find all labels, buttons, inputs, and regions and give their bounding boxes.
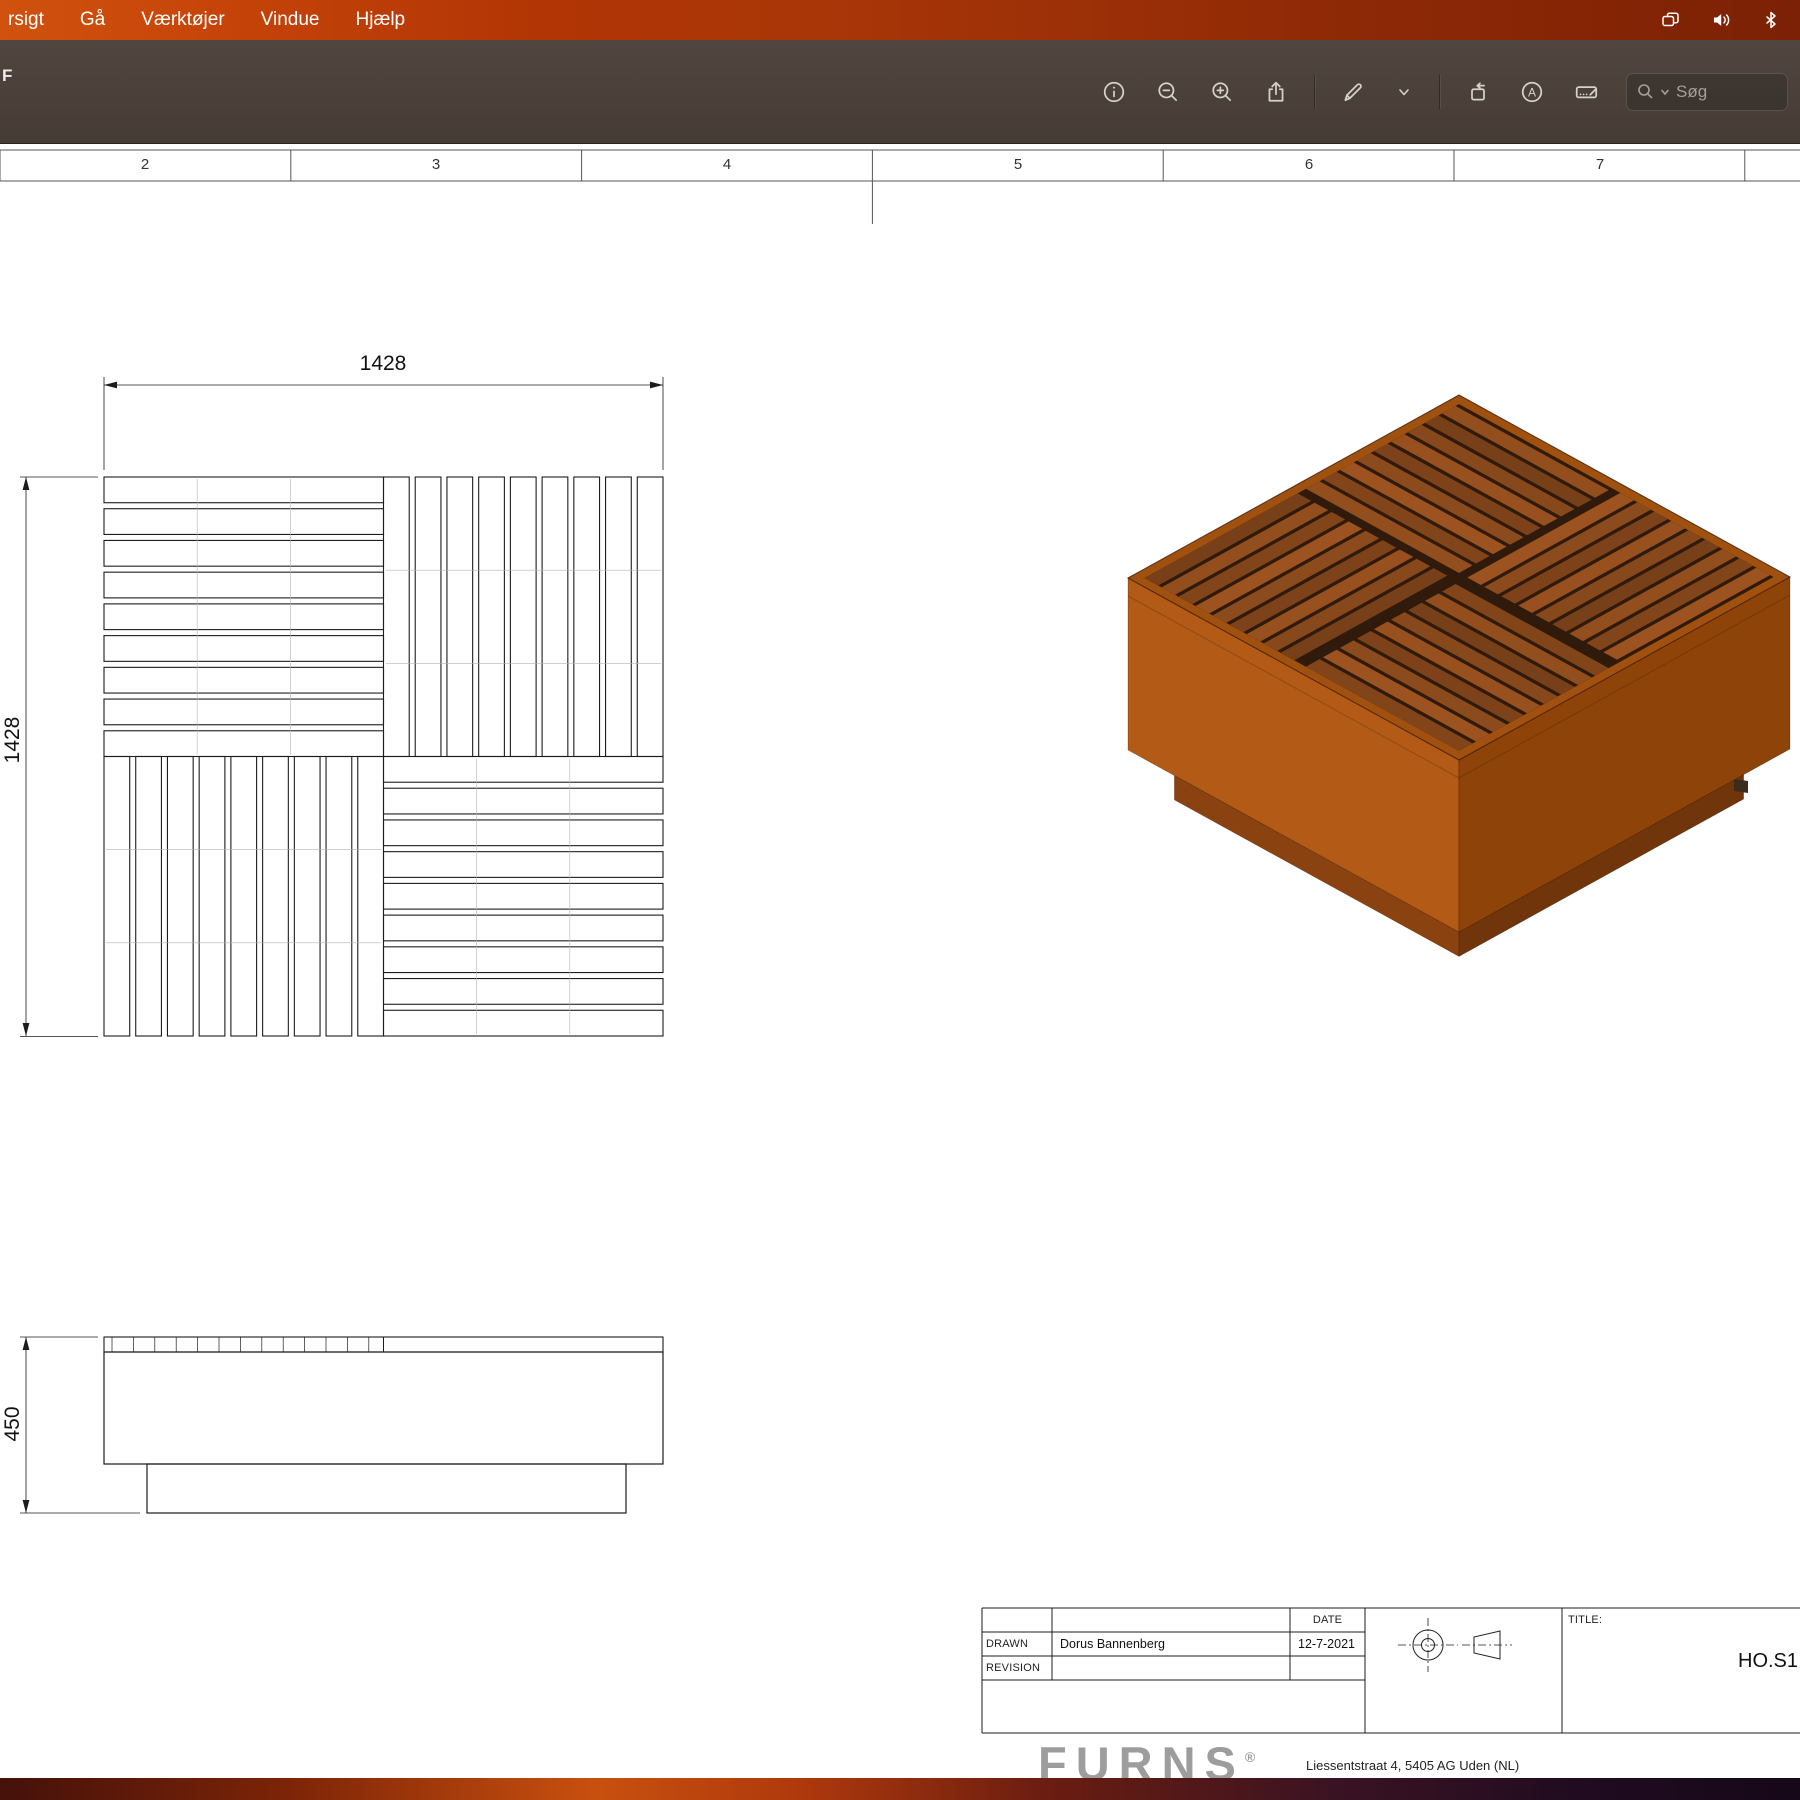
toolbar-divider [1439,75,1440,109]
preview-toolbar: F [0,40,1800,144]
menu-item-hjaelp[interactable]: Hjælp [356,9,406,31]
title-label: TITLE: [1568,1614,1602,1626]
drawn-value: Dorus Bannenberg [1060,1637,1165,1651]
menu-item-vaerktojer[interactable]: Værktøjer [141,9,224,31]
chevron-down-icon [1660,87,1670,97]
title-value: HO.S1 [1738,1650,1798,1673]
markup-options-button[interactable] [1391,79,1417,105]
dimension-width: 1428 [328,352,438,376]
search-icon [1637,83,1654,100]
ruler-zone-4: 4 [707,156,747,173]
info-button[interactable] [1098,76,1130,108]
screen: rsigt Gå Værktøjer Vindue Hjælp F [0,0,1800,1800]
company-address: Liessentstraat 4, 5405 AG Uden (NL) [1306,1758,1519,1773]
zoom-out-icon [1156,80,1180,104]
menu-item-vindue[interactable]: Vindue [261,9,320,31]
date-label: DATE [1290,1614,1365,1626]
ruler-zone-2: 2 [125,156,165,173]
annotate-button[interactable]: A [1516,76,1548,108]
desktop-wallpaper [0,1778,1800,1800]
search-placeholder: Søg [1676,82,1707,102]
ruler-zone-3: 3 [416,156,456,173]
menu-items: rsigt Gå Værktøjer Vindue Hjælp [0,9,405,31]
revision-label: REVISION [986,1662,1040,1674]
drawn-label: DRAWN [986,1638,1028,1650]
chevron-down-icon [1395,83,1413,101]
share-button[interactable] [1260,76,1292,108]
svg-text:A: A [1528,85,1536,99]
volume-icon[interactable] [1711,10,1732,30]
zoom-out-button[interactable] [1152,76,1184,108]
ruler-zone-6: 6 [1289,156,1329,173]
menu-item-oversigt[interactable]: rsigt [8,9,44,31]
zoom-in-button[interactable] [1206,76,1238,108]
rotate-icon [1466,80,1490,104]
ruler-zone-5: 5 [998,156,1038,173]
menu-bar: rsigt Gå Værktøjer Vindue Hjælp [0,0,1800,40]
info-icon [1102,80,1126,104]
bluetooth-icon[interactable] [1762,10,1780,30]
form-fill-button[interactable] [1570,76,1604,108]
markup-button[interactable] [1337,76,1369,108]
window-title-fragment: F [2,66,12,86]
document-sheet [0,143,1800,1800]
toolbar-divider [1314,75,1315,109]
dimension-side-height: 450 [1,1379,23,1469]
dimension-height: 1428 [1,695,23,785]
rotate-button[interactable] [1462,76,1494,108]
form-fill-icon [1574,80,1600,104]
windows-copy-icon[interactable] [1660,10,1681,30]
ruler-zone-7: 7 [1580,156,1620,173]
markup-pencil-icon [1341,80,1365,104]
share-icon [1264,80,1288,104]
annotate-icon: A [1520,80,1544,104]
search-field[interactable]: Søg [1626,73,1788,111]
date-value: 12-7-2021 [1298,1637,1355,1651]
registered-mark: ® [1245,1749,1255,1765]
menu-status-icons [1660,10,1800,30]
menu-item-ga[interactable]: Gå [80,9,105,31]
toolbar-icons: A Søg [1098,73,1788,111]
zoom-in-icon [1210,80,1234,104]
